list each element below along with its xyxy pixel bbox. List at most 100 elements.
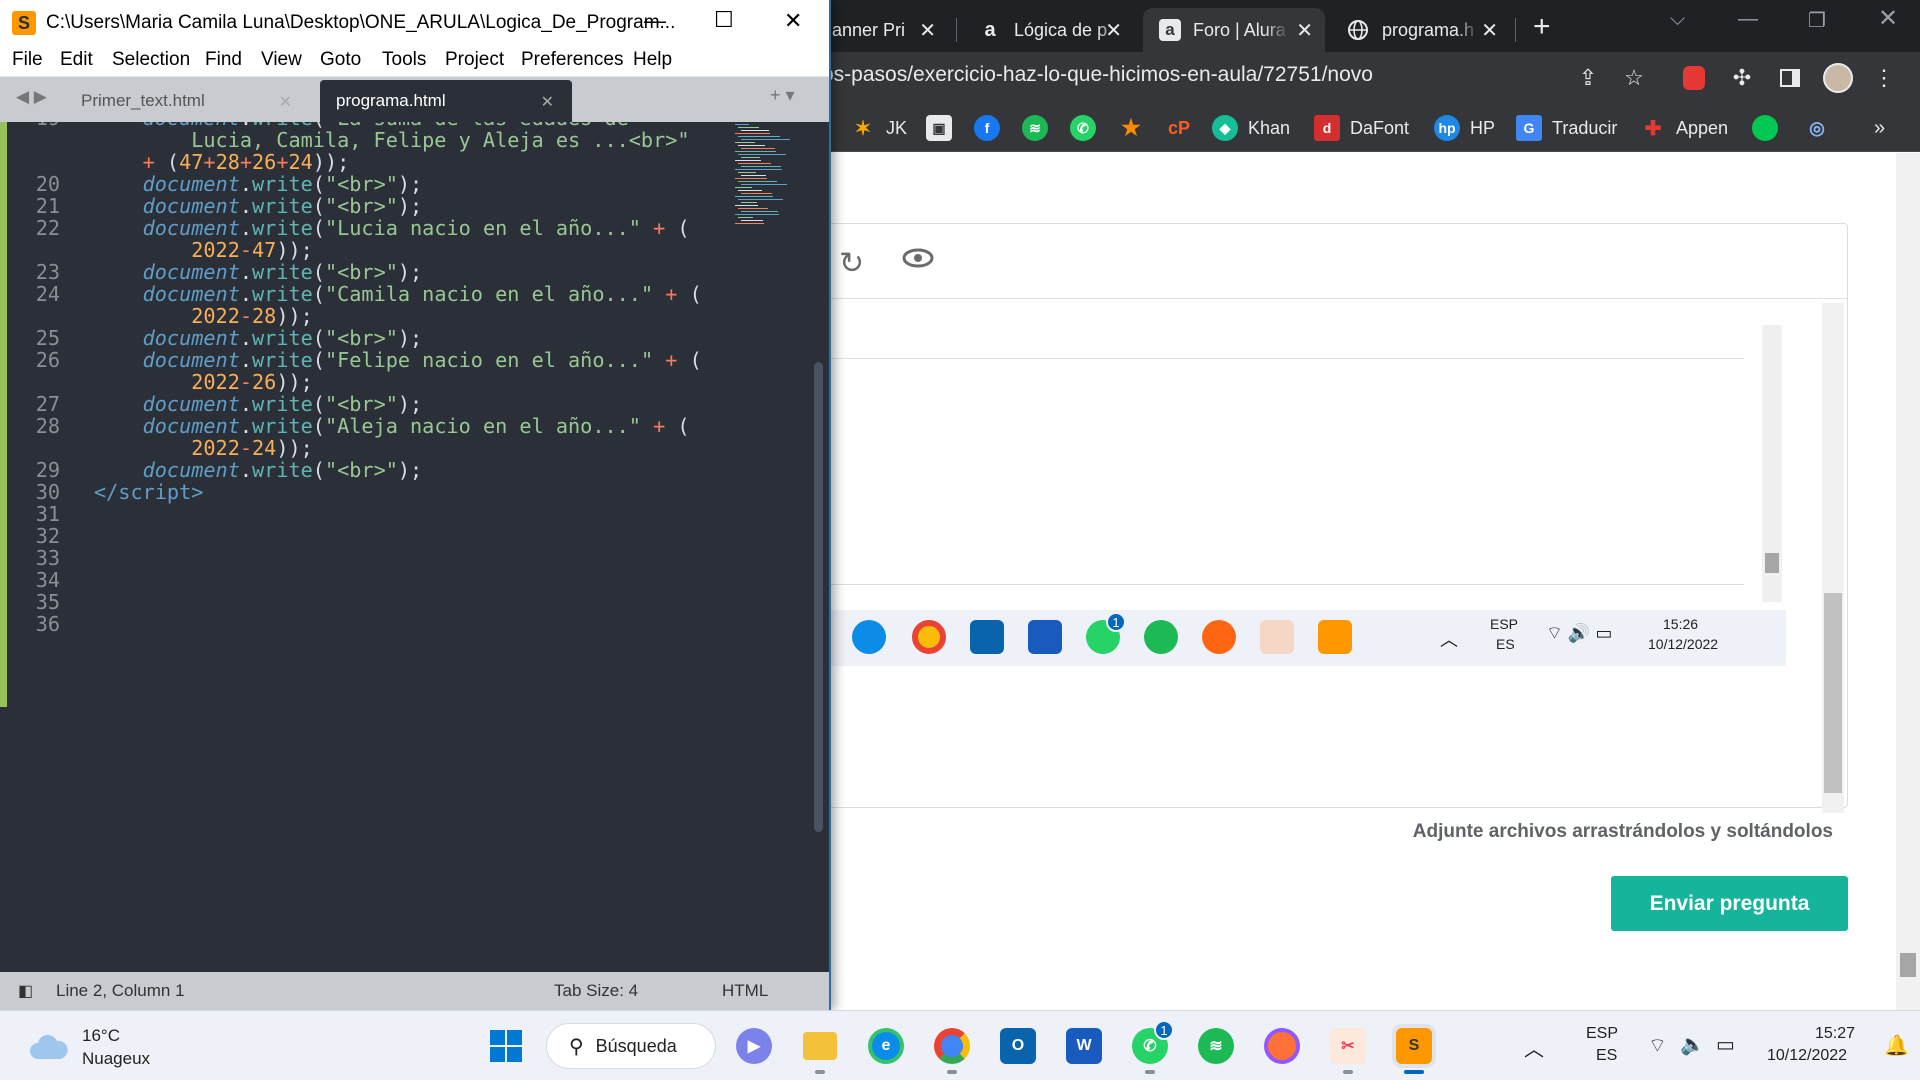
profile-avatar[interactable] [1822, 62, 1854, 94]
editor-vertical-scrollbar[interactable] [812, 122, 826, 972]
tab-size[interactable]: Tab Size: 4 [554, 981, 638, 1001]
bookmark-zoom-icon[interactable]: ▣ [926, 114, 962, 142]
maximize-icon[interactable]: ☐ [714, 7, 734, 33]
sidebar-toggle-icon[interactable]: ◧ [18, 981, 33, 1001]
minimap[interactable] [735, 124, 795, 234]
taskbar-search[interactable]: ⚲ Búsqueda [546, 1023, 716, 1069]
whatsapp-icon: 1 [1086, 612, 1126, 654]
sublime-text-taskbar-icon[interactable]: S [1392, 1024, 1436, 1074]
close-tab-icon[interactable]: ✕ [1296, 18, 1313, 43]
restore-icon[interactable]: ❐ [1808, 8, 1826, 33]
chrome-menu-icon[interactable]: ⋮ [1868, 62, 1900, 94]
close-tab-icon[interactable]: ✕ [919, 18, 936, 43]
menu-project[interactable]: Project [445, 49, 504, 71]
refresh-icon[interactable]: ↻ [839, 246, 864, 281]
line-number: 23 [35, 260, 60, 284]
tray-overflow-chevron-icon[interactable]: ︿ [1524, 1033, 1544, 1062]
tab-primer-text[interactable]: Primer_text.html ✕ [60, 80, 310, 122]
preview-scrollbar[interactable] [1762, 325, 1782, 602]
eye-preview-icon[interactable] [902, 245, 934, 277]
new-tab-plus-icon[interactable]: + [1533, 10, 1551, 44]
close-window-icon[interactable]: ✕ [1878, 4, 1898, 33]
cloud-icon [28, 1034, 68, 1059]
menu-find[interactable]: Find [205, 49, 242, 71]
firefox-icon[interactable] [1260, 1024, 1304, 1068]
code-line: 2022-24)); [191, 436, 313, 460]
menu-preferences[interactable]: Preferences [521, 49, 623, 71]
tray-lang[interactable]: ESP [1586, 1025, 1618, 1043]
file-explorer-icon[interactable] [798, 1024, 842, 1074]
weather-widget[interactable]: 16°C Nuageux [28, 1024, 150, 1070]
tab-search-chevron-icon[interactable]: ⌵ [1670, 8, 1685, 31]
code-editor[interactable]: 19 202122 2324 2526 2728 2930313233343536 doc… [0, 122, 810, 972]
close-tab-icon[interactable]: ✕ [1481, 18, 1498, 43]
minimize-icon[interactable]: — [644, 8, 666, 34]
snipping-tool-icon[interactable]: ✂ [1326, 1024, 1370, 1074]
bookmark-star-orange-icon[interactable]: ★ [1118, 114, 1154, 142]
clock-date[interactable]: 10/12/2022 [1767, 1047, 1847, 1065]
minimize-icon[interactable]: — [1738, 8, 1758, 31]
share-icon[interactable]: ⇪ [1572, 62, 1604, 94]
menu-tools[interactable]: Tools [382, 49, 426, 71]
bookmark-appen[interactable]: ✚ Appen [1640, 114, 1728, 142]
tab-programa[interactable]: programa.html ✕ [320, 80, 572, 122]
bookmark-green-icon[interactable] [1752, 114, 1788, 142]
bookmarks-overflow-icon[interactable]: » [1874, 114, 1885, 142]
close-tab-icon[interactable]: ✕ [1105, 18, 1122, 43]
menu-edit[interactable]: Edit [60, 49, 93, 71]
chrome-tab-logica[interactable]: a Lógica de p ✕ [962, 8, 1134, 52]
page-scrollbar[interactable] [1896, 153, 1920, 1010]
chrome-tab-foro-alura[interactable]: a Foro | Alura ✕ [1143, 8, 1325, 52]
bookmark-star-icon[interactable]: ☆ [1618, 62, 1650, 94]
menu-view[interactable]: View [261, 49, 302, 71]
minimap-line [735, 187, 752, 189]
close-tab-icon[interactable]: ✕ [541, 92, 554, 112]
lang-label: ESP [1490, 616, 1519, 632]
chrome-tab-planner[interactable]: anner Pri ✕ [830, 8, 950, 52]
menu-help[interactable]: Help [633, 49, 672, 71]
attach-hint: Adjunte archivos arrastrándolos y soltán… [1412, 821, 1833, 842]
menu-file[interactable]: File [12, 49, 43, 71]
cursor-position[interactable]: Line 2, Column 1 [56, 981, 185, 1001]
bookmark-dafont[interactable]: d DaFont [1314, 114, 1409, 142]
bookmark-hp[interactable]: hp HP [1434, 114, 1495, 142]
line-number: 35 [35, 590, 60, 614]
tab-nav-arrows-icon[interactable]: ◀ ▶ [16, 87, 47, 107]
chrome-icon[interactable] [930, 1024, 974, 1074]
bookmark-traducir[interactable]: G Traducir [1516, 114, 1617, 142]
bookmark-circle-icon[interactable]: ◎ [1804, 114, 1840, 142]
extension-adblock-icon[interactable] [1678, 62, 1710, 94]
clock-time[interactable]: 15:27 [1815, 1025, 1855, 1043]
outlook-icon[interactable]: O [996, 1024, 1040, 1068]
editor-scrollbar[interactable] [1822, 303, 1844, 813]
spotify-icon[interactable]: ≋ [1194, 1024, 1238, 1068]
bookmark-spotify-icon[interactable]: ≋ [1022, 114, 1058, 142]
line-number: 22 [35, 216, 60, 240]
side-panel-icon[interactable] [1774, 62, 1806, 94]
close-window-icon[interactable]: ✕ [784, 8, 802, 34]
bookmark-khan[interactable]: ◆ Khan [1212, 114, 1290, 142]
bookmark-whatsapp-icon[interactable]: ✆ [1070, 114, 1106, 142]
bookmark-facebook-icon[interactable]: f [974, 114, 1010, 142]
menu-selection[interactable]: Selection [112, 49, 190, 71]
chrome-tab-programa[interactable]: programa.h ✕ [1330, 8, 1510, 52]
syntax-mode[interactable]: HTML [722, 981, 768, 1001]
new-tab-and-menu-icon[interactable]: + ▾ [770, 85, 795, 106]
wifi-icon[interactable]: ⌔ [1648, 1033, 1667, 1058]
bookmark-jk[interactable]: ✶ JK [850, 114, 907, 142]
url-text[interactable]: os-pasos/exercicio-haz-lo-que-hicimos-en… [822, 63, 1373, 87]
whatsapp-icon[interactable]: ✆ 1 [1128, 1020, 1174, 1074]
volume-icon[interactable]: 🔈 [1680, 1032, 1705, 1057]
word-icon[interactable]: W [1062, 1024, 1106, 1068]
send-question-button[interactable]: Enviar pregunta [1611, 876, 1848, 931]
teams-chat-icon[interactable]: ▶ [732, 1024, 776, 1068]
notifications-icon[interactable]: 🔔 [1884, 1033, 1909, 1058]
close-tab-icon[interactable]: ✕ [279, 92, 292, 112]
menu-goto[interactable]: Goto [320, 49, 361, 71]
extensions-puzzle-icon[interactable]: ✣ [1726, 62, 1758, 94]
battery-icon[interactable]: ▭ [1716, 1032, 1735, 1057]
edge-icon[interactable]: e [864, 1024, 908, 1068]
bookmark-cp-icon[interactable]: cP [1166, 114, 1202, 142]
tray-keyboard[interactable]: ES [1596, 1047, 1617, 1065]
start-button[interactable] [484, 1024, 528, 1068]
